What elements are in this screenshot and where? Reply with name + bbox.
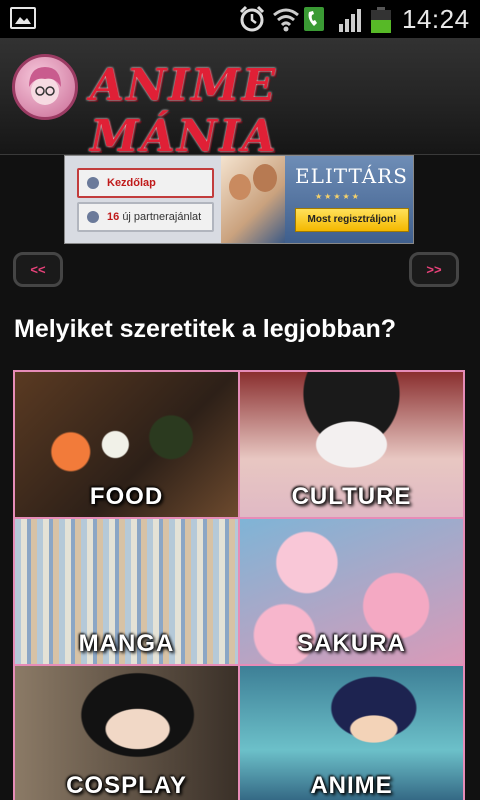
- offers-count: 16: [107, 211, 120, 223]
- tile-sakura[interactable]: SAKURA: [240, 519, 463, 664]
- tile-anime[interactable]: ANIME: [240, 666, 463, 800]
- poll-heading: Melyiket szeretitek a legjobban?: [14, 315, 397, 343]
- ad-banner[interactable]: Kezdőlap 16 új partnerajánlat ELITTÁRS ★…: [64, 155, 414, 244]
- wifi-icon: [273, 8, 299, 32]
- offers-label: új partnerajánlat: [122, 211, 202, 223]
- signal-icon: [339, 9, 361, 32]
- ad-brand-panel: ELITTÁRS ★★★★★ Most regisztráljon!: [285, 156, 413, 243]
- tile-food[interactable]: FOOD: [15, 372, 238, 517]
- tile-label: COSPLAY: [66, 772, 187, 799]
- next-button[interactable]: >>: [409, 252, 459, 287]
- tile-label: MANGA: [78, 630, 175, 657]
- tile-manga[interactable]: MANGA: [15, 519, 238, 664]
- site-header: ANIME MÁNIA: [0, 38, 480, 162]
- tile-label: FOOD: [89, 483, 164, 510]
- tile-culture[interactable]: CULTURE: [240, 372, 463, 517]
- battery-icon: [371, 7, 391, 33]
- category-grid: FOOD CULTURE MANGA SAKURA COSPLAY ANIME: [13, 370, 465, 800]
- status-bar: 14:24: [0, 0, 480, 38]
- status-time: 14:24: [402, 4, 470, 34]
- tile-cosplay[interactable]: COSPLAY: [15, 666, 238, 800]
- ad-home-button[interactable]: Kezdőlap: [77, 168, 214, 198]
- ad-couple-photo: [221, 156, 285, 243]
- site-logo-title[interactable]: ANIME MÁNIA: [90, 60, 480, 162]
- ad-brand: ELITTÁRS: [295, 164, 408, 188]
- logo-avatar-icon[interactable]: [12, 54, 78, 120]
- call-icon: [304, 7, 324, 31]
- ad-offers-button[interactable]: 16 új partnerajánlat: [77, 202, 214, 232]
- picture-icon: [10, 7, 36, 29]
- ad-register-button[interactable]: Most regisztráljon!: [295, 208, 409, 232]
- ad-stars: ★★★★★: [315, 192, 361, 201]
- tile-label: ANIME: [310, 772, 393, 799]
- tile-label: CULTURE: [291, 483, 412, 510]
- prev-button[interactable]: <<: [13, 252, 63, 287]
- home-icon: [87, 177, 99, 189]
- tile-label: SAKURA: [297, 630, 406, 657]
- users-icon: [87, 211, 99, 223]
- alarm-icon: [239, 5, 265, 32]
